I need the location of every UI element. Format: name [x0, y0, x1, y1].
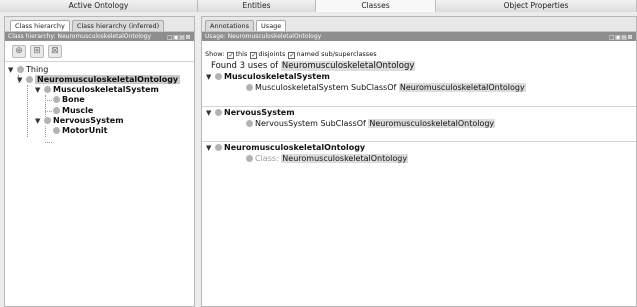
add-subclass-icon[interactable]: ⊕ — [12, 45, 26, 58]
axiom-icon — [246, 120, 253, 127]
tab-classes[interactable]: Classes — [316, 0, 436, 12]
class-toolbar: ⊕ ⊞ ⊠ — [5, 41, 194, 62]
delete-class-icon[interactable]: ⊠ — [48, 45, 62, 58]
collapse-toggle-icon[interactable]: ▼ — [35, 116, 44, 126]
collapse-toggle-icon[interactable]: ▼ — [35, 85, 44, 95]
tab-entities[interactable]: Entities — [198, 0, 316, 12]
disjoints-label: disjoints — [258, 50, 286, 58]
found-entity[interactable]: NeuromusculoskeletalOntology — [280, 61, 416, 71]
this-label: this — [235, 50, 248, 58]
group-divider — [202, 141, 636, 142]
add-sibling-icon[interactable]: ⊞ — [30, 45, 44, 58]
usage-group-neuromusculoskeletal-ontology[interactable]: ▼ NeuromusculoskeletalOntology — [206, 143, 365, 153]
tree-node-thing[interactable]: ▼ Thing — [8, 65, 48, 75]
usage-subtabs: Annotations Usage — [202, 17, 636, 32]
tab-annotations[interactable]: Annotations — [205, 20, 255, 31]
show-filter-bar: Show: ✓ this ✓ disjoints ✓ named sub/superc… — [202, 49, 636, 59]
this-checkbox[interactable]: ✓ — [227, 52, 235, 59]
usage-axiom[interactable]: NervousSystem SubClassOf Neuromusculoske… — [246, 119, 496, 129]
collapse-toggle-icon[interactable]: ▼ — [206, 72, 215, 82]
class-hierarchy-header: Class hierarchy: NeuromusculoskeletalOnt… — [5, 32, 194, 41]
axiom-icon — [246, 84, 253, 91]
tab-class-hierarchy-inferred[interactable]: Class hierarchy (inferred) — [71, 20, 165, 31]
tab-usage[interactable]: Usage — [256, 20, 287, 31]
tree-node-nervous-system[interactable]: ▼ NervousSystem — [35, 116, 124, 126]
named-subsuper-label: named sub/superclasses — [296, 50, 377, 58]
class-hierarchy-subtabs: Class hierarchy Class hierarchy (inferre… — [5, 17, 194, 32]
class-hierarchy-title: Class hierarchy: NeuromusculoskeletalOnt… — [8, 33, 152, 40]
collapse-toggle-icon[interactable]: ▼ — [206, 143, 215, 153]
tree-node-neuromusculoskeletal-ontology[interactable]: ▼ NeuromusculoskeletalOntology — [17, 75, 181, 85]
collapse-toggle-icon[interactable]: ▼ — [8, 65, 17, 75]
tree-node-bone[interactable]: Bone — [53, 95, 85, 105]
axiom-icon — [246, 155, 253, 162]
tree-node-musculoskeletal-system[interactable]: ▼ MusculoskeletalSystem — [35, 85, 159, 95]
top-tab-strip: Active Ontology Entities Classes Object … — [0, 0, 637, 12]
usage-axiom[interactable]: MusculoskeletalSystem SubClassOf Neuromu… — [246, 83, 526, 93]
tree-node-muscle[interactable]: Muscle — [53, 106, 93, 116]
class-icon — [215, 109, 222, 116]
class-icon — [53, 107, 60, 114]
class-icon — [26, 76, 33, 83]
view-controls-icon[interactable]: □▣▤⊠ — [609, 33, 633, 42]
class-hierarchy-pane: Class hierarchy Class hierarchy (inferre… — [4, 16, 195, 307]
group-divider — [202, 106, 636, 107]
class-icon — [215, 73, 222, 80]
collapse-toggle-icon[interactable]: ▼ — [17, 75, 26, 85]
usage-axiom[interactable]: Class: NeuromusculoskeletalOntology — [246, 154, 409, 164]
usage-summary: Found 3 uses of NeuromusculoskeletalOnto… — [211, 61, 416, 71]
tab-active-ontology[interactable]: Active Ontology — [0, 0, 198, 12]
show-label: Show: — [205, 50, 225, 58]
class-icon — [215, 144, 222, 151]
class-icon — [53, 127, 60, 134]
tab-class-hierarchy[interactable]: Class hierarchy — [10, 20, 70, 31]
usage-group-musculoskeletal-system[interactable]: ▼ MusculoskeletalSystem — [206, 72, 330, 82]
disjoints-checkbox[interactable]: ✓ — [250, 52, 258, 59]
class-icon — [17, 66, 24, 73]
collapse-toggle-icon[interactable]: ▼ — [206, 108, 215, 118]
named-subsuper-checkbox[interactable]: ✓ — [288, 52, 296, 59]
tab-object-properties[interactable]: Object Properties — [436, 0, 637, 12]
class-icon — [44, 86, 51, 93]
class-icon — [53, 96, 60, 103]
usage-pane: Annotations Usage Usage: Neuromusculoske… — [201, 16, 637, 307]
class-icon — [44, 117, 51, 124]
usage-title: Usage: NeuromusculoskeletalOntology — [205, 33, 322, 40]
usage-group-nervous-system[interactable]: ▼ NervousSystem — [206, 108, 295, 118]
view-controls-icon[interactable]: □▣▤⊠ — [167, 33, 191, 41]
usage-header: Usage: NeuromusculoskeletalOntology □▣▤⊠ — [202, 32, 636, 41]
tree-node-motor-unit[interactable]: MotorUnit — [53, 126, 107, 136]
